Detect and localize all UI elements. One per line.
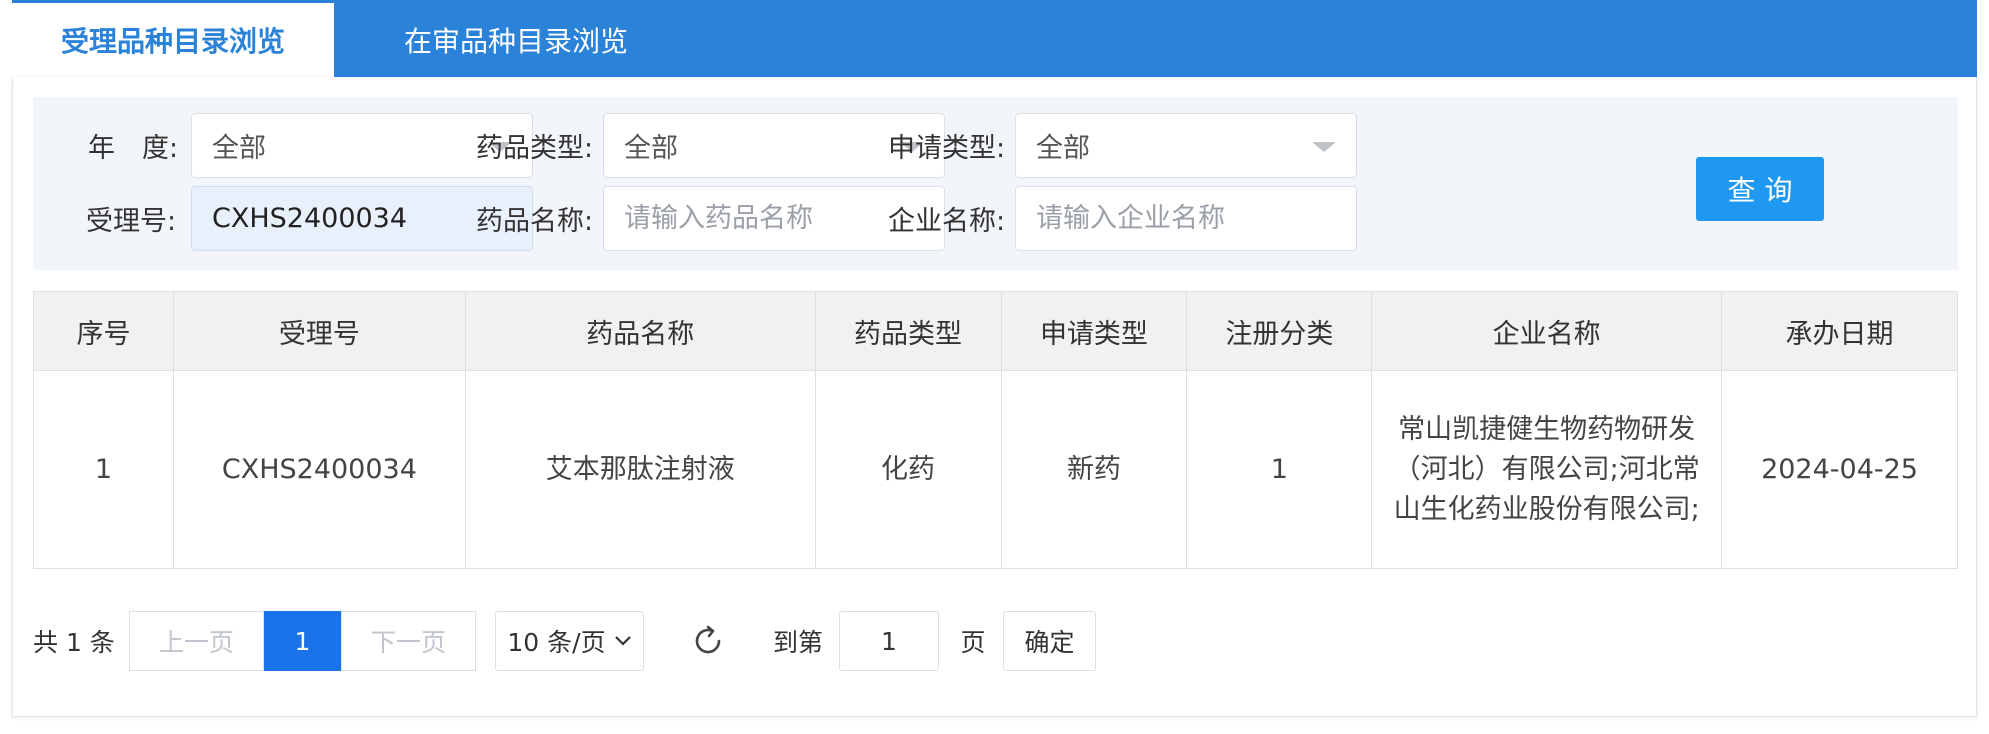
col-index: 序号: [33, 291, 174, 371]
page-1-button[interactable]: 1: [264, 611, 341, 671]
table-header-row: 序号 受理号 药品名称 药品类型 申请类型 注册分类 企业名称 承办日期: [33, 291, 1958, 371]
col-drug-name: 药品名称: [464, 291, 816, 371]
accept-no-label: 受理号:: [86, 206, 177, 237]
table-row: 1 CXHS2400034 艾本那肽注射液 化药 新药 1 常山凯捷健生物药物研…: [33, 370, 1958, 569]
cell-drug-type: 化药: [814, 370, 1002, 569]
cell-date: 2024-04-25: [1721, 370, 1958, 569]
goto-page-input[interactable]: 1: [839, 611, 939, 671]
chevron-down-icon: [1312, 142, 1336, 152]
col-reg-class: 注册分类: [1186, 291, 1373, 371]
apply-type-select-value: 全部: [1036, 133, 1090, 164]
company-label: 企业名称:: [888, 206, 1006, 237]
drug-name-label: 药品名称:: [476, 206, 594, 237]
col-date: 承办日期: [1721, 291, 1958, 371]
query-button[interactable]: 查 询: [1696, 157, 1824, 221]
chevron-down-icon: [614, 636, 631, 646]
tab-bar: 受理品种目录浏览 在审品种目录浏览: [12, 0, 1977, 77]
refresh-icon[interactable]: [688, 611, 728, 671]
cell-apply-type: 新药: [1000, 370, 1188, 569]
apply-type-label: 申请类型:: [888, 133, 1006, 164]
page-size-select[interactable]: 10 条/页: [495, 611, 644, 671]
cell-accept-no: CXHS2400034: [172, 370, 466, 569]
drug-type-select-value: 全部: [624, 133, 678, 164]
col-apply-type: 申请类型: [1000, 291, 1188, 371]
cell-company: 常山凯捷健生物药物研发（河北）有限公司;河北常山生化药业股份有限公司;: [1371, 370, 1723, 569]
accept-no-value: CXHS2400034: [212, 203, 408, 234]
drug-type-label: 药品类型:: [476, 133, 594, 164]
goto-prefix: 到第: [772, 628, 823, 657]
prev-page-button[interactable]: 上一页: [129, 611, 264, 671]
drug-name-input[interactable]: [624, 203, 924, 234]
next-page-button[interactable]: 下一页: [341, 611, 476, 671]
filter-area: 年 度: 全部 药品类型: 全部 申请类型: 全部 受理号: CXHS24000…: [33, 97, 1958, 270]
year-select-value: 全部: [212, 133, 266, 164]
company-box: [1015, 186, 1357, 251]
cell-reg-class: 1: [1186, 370, 1373, 569]
year-label: 年 度:: [88, 133, 179, 164]
page-size-value: 10 条/页: [507, 628, 606, 657]
confirm-button[interactable]: 确定: [1003, 611, 1096, 671]
cell-drug-name: 艾本那肽注射液: [464, 370, 816, 569]
refresh-icon-glyph: [695, 625, 721, 654]
apply-type-select[interactable]: 全部: [1015, 113, 1357, 178]
company-input[interactable]: [1036, 203, 1336, 234]
goto-suffix: 页: [960, 628, 986, 657]
main-panel: 年 度: 全部 药品类型: 全部 申请类型: 全部 受理号: CXHS24000…: [12, 77, 1977, 717]
col-drug-type: 药品类型: [814, 291, 1002, 371]
cell-index: 1: [33, 370, 174, 569]
total-count: 共 1 条: [33, 628, 115, 657]
tab-accepted-catalog[interactable]: 受理品种目录浏览: [12, 3, 334, 77]
col-company: 企业名称: [1371, 291, 1723, 371]
pagination: 共 1 条 上一页 1 下一页 10 条/页 到第 1 页 确定: [33, 611, 1133, 671]
results-table: 序号 受理号 药品名称 药品类型 申请类型 注册分类 企业名称 承办日期 1 C…: [33, 291, 1958, 569]
col-accept-no: 受理号: [172, 291, 466, 371]
tab-under-review-catalog[interactable]: 在审品种目录浏览: [334, 3, 698, 77]
